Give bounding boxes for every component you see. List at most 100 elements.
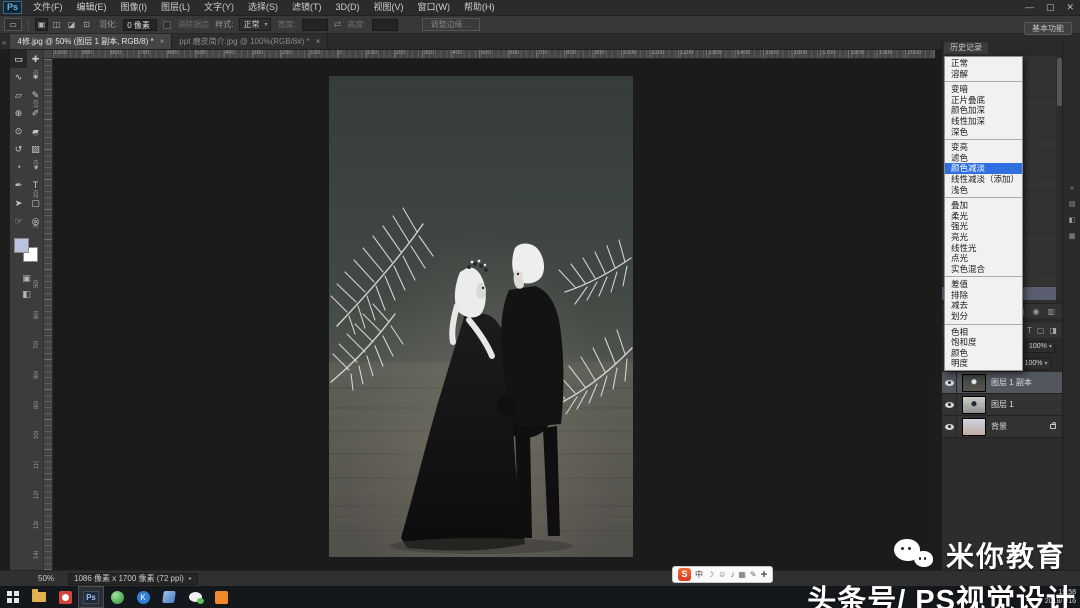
tool-hand[interactable]: ☞ [10, 212, 27, 230]
height-input[interactable] [372, 19, 398, 31]
ime-mode-toggle[interactable]: 中 [695, 569, 703, 580]
delete-state[interactable]: ▥ [1047, 307, 1055, 316]
menu-item[interactable]: 视图(V) [367, 0, 411, 15]
blend-mode-option[interactable] [945, 276, 1022, 277]
ime-icon[interactable]: ✚ [761, 570, 768, 579]
screen-mode-button[interactable]: ◧ [10, 286, 43, 302]
add-to-selection[interactable]: ◫ [50, 18, 63, 31]
taskbar-app-green-sphere[interactable] [104, 586, 130, 608]
document-tab[interactable]: 4修.jpg @ 50% (图层 1 副本, RGB/8) * × [10, 34, 172, 49]
minimize-icon[interactable]: — [1025, 1, 1034, 14]
visibility-cell[interactable] [942, 394, 957, 416]
menu-item[interactable]: 文件(F) [26, 0, 70, 15]
dock-panel-adjustments[interactable]: ▤ [1063, 196, 1080, 212]
tab-close-icon[interactable]: × [316, 37, 321, 46]
ime-icon[interactable]: ✎ [750, 570, 757, 579]
ime-icon[interactable]: ♪ [730, 570, 734, 579]
taskbar-start[interactable] [0, 586, 26, 608]
blend-mode-option[interactable]: 减去 [945, 300, 1022, 311]
menu-item[interactable]: 图像(I) [114, 0, 155, 15]
blend-mode-option[interactable]: 正片叠底 [945, 95, 1022, 106]
menu-item[interactable]: 选择(S) [241, 0, 285, 15]
antialias-checkbox[interactable] [163, 21, 171, 29]
blend-mode-option[interactable]: 变亮 [945, 142, 1022, 153]
eye-icon[interactable] [945, 402, 954, 408]
feather-input[interactable]: 0 像素 [123, 19, 157, 31]
restore-icon[interactable]: ▢ [1046, 1, 1055, 14]
blend-mode-option[interactable]: 颜色 [945, 348, 1022, 359]
filter-type[interactable]: T [1027, 326, 1032, 335]
taskbar-file-explorer[interactable] [26, 586, 52, 608]
blend-mode-option[interactable]: 排除 [945, 290, 1022, 301]
taskbar-photoshop[interactable]: Ps [78, 586, 104, 608]
blend-mode-option[interactable]: 亮光 [945, 232, 1022, 243]
blend-mode-option[interactable]: 柔光 [945, 211, 1022, 222]
menu-item[interactable]: 文字(Y) [197, 0, 241, 15]
width-input[interactable] [302, 19, 328, 31]
horizontal-ruler[interactable]: 1000900800700600500400300200100010020030… [53, 50, 935, 59]
menu-item[interactable]: 窗口(W) [411, 0, 458, 15]
filter-shape[interactable]: ▢ [1037, 326, 1045, 335]
blend-mode-option[interactable]: 实色混合 [945, 264, 1022, 275]
zoom-level-field[interactable]: 50% [38, 574, 54, 583]
taskbar-app-orange[interactable] [208, 586, 234, 608]
layer-row[interactable]: 图层 1 [942, 394, 1063, 416]
sogou-icon[interactable]: S [678, 568, 691, 581]
collapse-icon[interactable]: « [0, 38, 10, 49]
blend-mode-option[interactable]: 浅色 [945, 185, 1022, 196]
chevron-right-icon[interactable]: ▸ [189, 574, 192, 584]
blend-mode-option[interactable]: 饱和度 [945, 337, 1022, 348]
tool-preset-picker[interactable]: ▭ [4, 18, 22, 31]
subtract-from-selection[interactable]: ◪ [65, 18, 78, 31]
refine-edge-button[interactable]: 调整边缘… [422, 18, 480, 31]
visibility-cell[interactable] [942, 372, 957, 394]
blend-mode-option[interactable]: 线性加深 [945, 116, 1022, 127]
tool-history-brush[interactable]: ↺ [10, 140, 27, 158]
tool-gradient[interactable]: ▨ [27, 140, 44, 158]
blend-mode-option[interactable]: 色相 [945, 327, 1022, 338]
taskbar-app-chat[interactable] [182, 586, 208, 608]
ime-icon[interactable]: ▦ [738, 570, 746, 579]
layer-row[interactable]: 背景 [942, 416, 1063, 438]
document-info-field[interactable]: 1086 像素 x 1700 像素 (72 ppi) ▸ [68, 573, 198, 585]
tool-lasso[interactable]: ∿ [10, 68, 27, 86]
tool-clone-stamp[interactable]: ⊙ [10, 122, 27, 140]
blend-mode-option[interactable] [945, 197, 1022, 198]
blend-mode-option[interactable]: 变暗 [945, 84, 1022, 95]
ime-icon[interactable]: ☺ [718, 570, 726, 579]
blend-mode-option[interactable]: 正常 [945, 58, 1022, 69]
document-tab[interactable]: ppt 磨皮简介.jpg @ 100%(RGB/8#) * × [172, 34, 328, 49]
blend-mode-option[interactable]: 划分 [945, 311, 1022, 322]
blend-mode-option[interactable] [945, 139, 1022, 140]
blend-mode-option[interactable]: 强光 [945, 221, 1022, 232]
tool-crop[interactable]: ▱ [10, 86, 27, 104]
menu-item[interactable]: 3D(D) [329, 0, 367, 15]
foreground-color-swatch[interactable] [14, 238, 29, 253]
tab-close-icon[interactable]: × [160, 37, 165, 46]
layer-row[interactable]: 图层 1 副本 [942, 372, 1063, 394]
visibility-cell[interactable] [942, 416, 957, 438]
blend-mode-option[interactable]: 深色 [945, 127, 1022, 138]
blend-mode-option[interactable]: 明度 [945, 358, 1022, 369]
tool-spot-healing-brush[interactable]: ⊕ [10, 104, 27, 122]
blend-mode-option[interactable]: 滤色 [945, 153, 1022, 164]
tool-rectangular-marquee[interactable]: ▭ [10, 50, 27, 68]
filter-smart-object[interactable]: ◨ [1049, 326, 1057, 335]
pasteboard[interactable] [53, 59, 935, 570]
vertical-ruler[interactable]: 2001000100200300400500600700800900100011… [44, 59, 53, 570]
layer-thumbnail[interactable] [962, 418, 986, 436]
opacity-input[interactable]: 100%▾ [1026, 341, 1055, 353]
dock-panel-styles[interactable]: ◧ [1063, 212, 1080, 228]
fill-input[interactable]: 100%▾ [1022, 358, 1051, 370]
layer-thumbnail[interactable] [962, 396, 986, 414]
eye-icon[interactable] [945, 424, 954, 430]
dock-panel-channels[interactable]: ▦ [1063, 228, 1080, 244]
tool-blur[interactable]: ◔ [10, 158, 27, 176]
blend-mode-option[interactable]: 差值 [945, 279, 1022, 290]
menu-item[interactable]: 滤镜(T) [285, 0, 329, 15]
ime-icon[interactable]: ☽ [707, 570, 714, 579]
system-tray-clock[interactable]: 19:58 2018/7/16 [1045, 588, 1076, 606]
blend-mode-option[interactable]: 颜色加深 [945, 105, 1022, 116]
blend-mode-option[interactable]: 颜色减淡 [945, 163, 1022, 174]
tool-pen[interactable]: ✒ [10, 176, 27, 194]
